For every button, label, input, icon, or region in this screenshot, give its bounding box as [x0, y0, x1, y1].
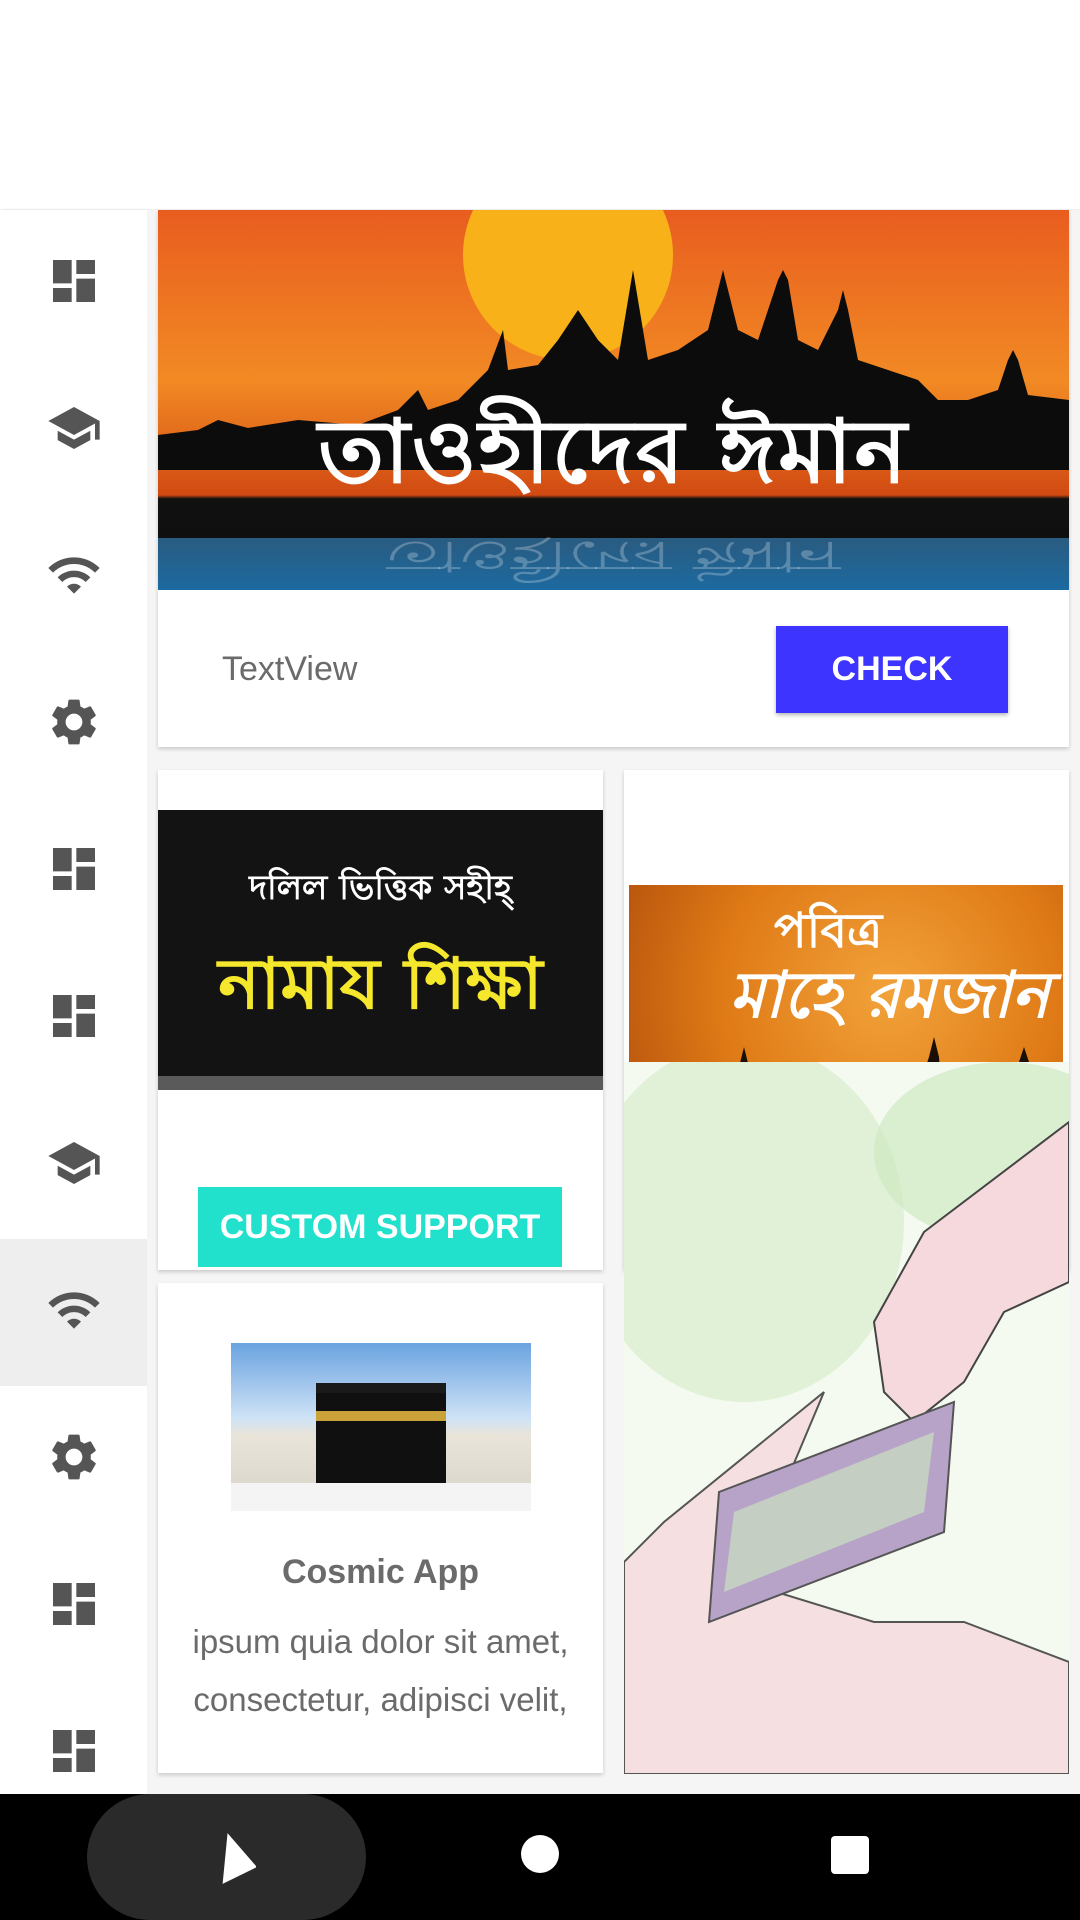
system-navigation-bar: [0, 1794, 1080, 1920]
cosmic-body-line1: ipsum quia dolor sit amet,: [192, 1623, 569, 1660]
cosmic-app-card[interactable]: Cosmic App ipsum quia dolor sit amet, co…: [158, 1283, 603, 1773]
kaaba-image: [231, 1343, 531, 1511]
charity-image[interactable]: [624, 1062, 1069, 1774]
sidebar-item-7[interactable]: [0, 1092, 147, 1239]
sidebar-item-9[interactable]: [0, 1386, 147, 1533]
wifi-icon: [46, 1282, 102, 1343]
banner-card: তাওহীদের ঈমান তাওহীদের ঈমান TextView CHE…: [158, 210, 1069, 747]
banner-title: তাওহীদের ঈমান: [318, 399, 909, 503]
top-app-bar: [0, 0, 1080, 209]
sidebar-item-5[interactable]: [0, 798, 147, 945]
namaz-image-line2: নামায শিক্ষা: [218, 942, 543, 1025]
recent-apps-icon[interactable]: [831, 1836, 869, 1874]
dashboard-icon: [46, 988, 102, 1049]
dashboard-icon: [46, 841, 102, 902]
home-icon[interactable]: [521, 1835, 559, 1873]
banner-image: তাওহীদের ঈমান তাওহীদের ঈমান: [158, 210, 1069, 590]
school-icon: [46, 400, 102, 461]
cosmic-app-body: ipsum quia dolor sit amet, consectetur, …: [158, 1613, 603, 1729]
cosmic-app-title: Cosmic App: [281, 1553, 480, 1591]
dashboard-icon: [46, 253, 102, 314]
sidebar-item-2[interactable]: [0, 357, 147, 504]
check-button[interactable]: CHECK: [776, 626, 1008, 713]
settings-icon: [46, 694, 102, 755]
sidebar-item-3[interactable]: [0, 504, 147, 651]
sidebar-item-4[interactable]: [0, 651, 147, 798]
wifi-icon: [46, 547, 102, 608]
textview-label: TextView: [222, 650, 358, 688]
back-icon[interactable]: [208, 1829, 256, 1885]
namaz-image: দলিল ভিত্তিক সহীহ্ নামায শিক্ষা: [158, 810, 603, 1090]
banner-reflection: তাওহীদের ঈমান: [386, 531, 841, 581]
sidebar: [0, 210, 147, 1794]
school-icon: [46, 1135, 102, 1196]
sidebar-item-8[interactable]: [0, 1239, 147, 1386]
sidebar-item-10[interactable]: [0, 1533, 147, 1680]
dashboard-icon: [46, 1576, 102, 1637]
namaz-card: দলিল ভিত্তিক সহীহ্ নামায শিক্ষা CUSTOM S…: [158, 770, 603, 1270]
giving-hands-illustration: [624, 1062, 1069, 1774]
dashboard-icon: [46, 1723, 102, 1784]
custom-support-button[interactable]: CUSTOM SUPPORT: [198, 1187, 562, 1267]
sidebar-item-6[interactable]: [0, 945, 147, 1092]
namaz-image-line1: দলিল ভিত্তিক সহীহ্: [249, 868, 512, 908]
settings-icon: [46, 1429, 102, 1490]
sidebar-item-1[interactable]: [0, 210, 147, 357]
cosmic-body-line2: consectetur, adipisci velit,: [193, 1681, 568, 1718]
